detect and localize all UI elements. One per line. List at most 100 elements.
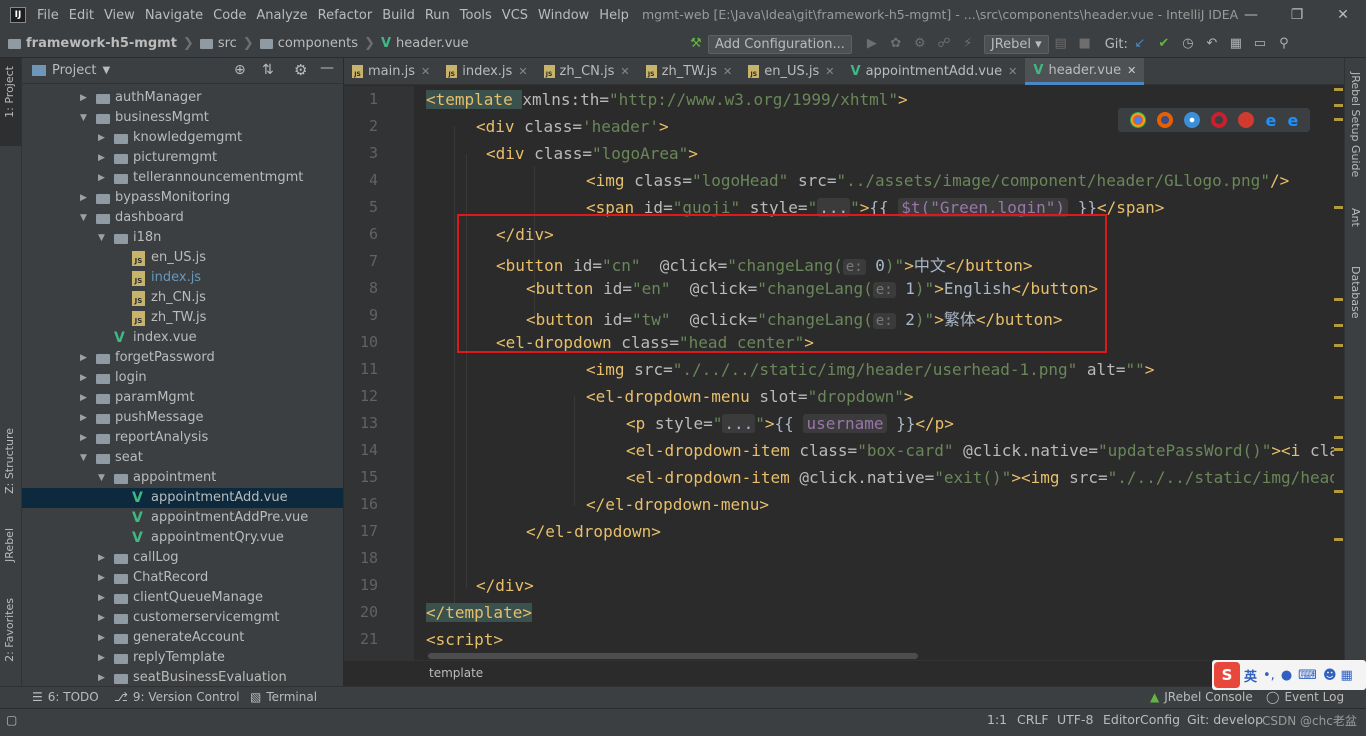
menu-item-analyze[interactable]: Analyze [251, 8, 312, 23]
tree-item[interactable]: ▶ paramMgmt [22, 388, 343, 408]
editor-tab[interactable]: JS zh_CN.js ✕ [536, 58, 638, 85]
gear-icon[interactable]: ⚙ [294, 61, 307, 79]
collapse-arrow-icon[interactable]: ▶ [98, 648, 105, 668]
git-commit-icon[interactable]: ✔ [1156, 36, 1172, 52]
expand-arrow-icon[interactable]: ▼ [98, 228, 105, 248]
collapse-arrow-icon[interactable]: ▶ [80, 428, 87, 448]
expand-arrow-icon[interactable]: ▼ [98, 468, 105, 488]
minimize-icon[interactable]: — [1240, 4, 1262, 26]
close-tab-icon[interactable]: ✕ [518, 65, 527, 78]
menu-item-view[interactable]: View [99, 8, 140, 23]
project-structure-icon[interactable]: ▦ [1228, 36, 1244, 52]
warning-marker[interactable] [1334, 88, 1343, 91]
breadcrumb-components[interactable]: components [278, 36, 358, 51]
tree-item[interactable]: ▶ tellerannouncementmgmt [22, 168, 343, 188]
menu-item-navigate[interactable]: Navigate [140, 8, 208, 23]
editor-config[interactable]: EditorConfig [1103, 712, 1180, 727]
warning-marker[interactable] [1334, 118, 1343, 121]
code-editor[interactable]: <template xmlns:th="http://www.w3.org/19… [414, 86, 1334, 660]
firefox-icon[interactable] [1156, 112, 1173, 128]
editor-tab[interactable]: JS index.js ✕ [438, 58, 535, 85]
collapse-all-icon[interactable]: ⇅ [262, 62, 274, 78]
git-rollback-icon[interactable]: ↶ [1204, 36, 1220, 52]
warning-marker[interactable] [1334, 538, 1343, 541]
tree-item[interactable]: ▼ appointment [22, 468, 343, 488]
database-tool-tab[interactable]: Database [1349, 266, 1362, 319]
file-encoding[interactable]: UTF-8 [1057, 712, 1093, 727]
favorites-tool-tab[interactable]: 2: Favorites [3, 598, 16, 662]
jrebel-dropdown[interactable]: JRebel ▾ [983, 34, 1049, 54]
tree-item[interactable]: JS zh_CN.js [22, 288, 343, 308]
warning-marker[interactable] [1334, 104, 1343, 107]
collapse-arrow-icon[interactable]: ▶ [98, 148, 105, 168]
tree-item[interactable]: ▶ customerservicemgmt [22, 608, 343, 628]
coverage-icon[interactable]: ⚙ [912, 36, 928, 52]
tree-item[interactable]: ▶ generateAccount [22, 628, 343, 648]
collapse-arrow-icon[interactable]: ▶ [98, 668, 105, 686]
ime-language[interactable]: 英 [1244, 666, 1257, 685]
punctuation-icon[interactable]: •, [1263, 668, 1275, 683]
tree-item[interactable]: VappointmentAddPre.vue [22, 508, 343, 528]
warning-marker[interactable] [1334, 344, 1343, 347]
menu-item-build[interactable]: Build [377, 8, 420, 23]
git-update-icon[interactable]: ↙ [1132, 36, 1148, 52]
collapse-arrow-icon[interactable]: ▶ [80, 348, 87, 368]
expand-arrow-icon[interactable]: ▼ [80, 108, 87, 128]
opera-icon[interactable] [1211, 112, 1228, 128]
menu-item-window[interactable]: Window [533, 8, 594, 23]
tree-item[interactable]: ▶ clientQueueManage [22, 588, 343, 608]
warning-marker[interactable] [1334, 448, 1343, 451]
stop-icon[interactable]: ■ [1077, 36, 1093, 52]
jrebel-tool-tab[interactable]: JRebel [3, 528, 16, 562]
collapse-arrow-icon[interactable]: ▶ [98, 568, 105, 588]
safari-icon[interactable] [1183, 112, 1200, 128]
status-window-icon[interactable]: ▢ [6, 713, 17, 727]
keyboard-icon[interactable]: ⌨ [1298, 668, 1317, 683]
jrebel-run-icon[interactable]: ⚡ [960, 36, 976, 52]
add-configuration-button[interactable]: Add Configuration... [708, 34, 852, 54]
expand-arrow-icon[interactable]: ▼ [80, 208, 87, 228]
tree-item[interactable]: JS index.js [22, 268, 343, 288]
microphone-icon[interactable]: ● [1281, 668, 1292, 683]
run-icon[interactable]: ▶ [864, 36, 880, 52]
chrome-icon[interactable] [1129, 112, 1146, 128]
tree-item[interactable]: VappointmentQry.vue [22, 528, 343, 548]
tree-item[interactable]: JS en_US.js [22, 248, 343, 268]
layout-icon[interactable]: ▭ [1252, 36, 1268, 52]
close-tab-icon[interactable]: ✕ [421, 65, 430, 78]
debug-icon[interactable]: ✿ [888, 36, 904, 52]
search-everywhere-icon[interactable]: ⚲ [1276, 36, 1292, 52]
restore-icon[interactable]: ❐ [1286, 4, 1308, 26]
jrebel-console-tool-button[interactable]: ▲ JRebel Console [1150, 690, 1253, 704]
tree-item[interactable]: ▶ picturemgmt [22, 148, 343, 168]
tree-item[interactable]: ▼ i18n [22, 228, 343, 248]
version-control-tool-button[interactable]: ⎇ 9: Version Control [114, 690, 240, 704]
collapse-arrow-icon[interactable]: ▶ [80, 388, 87, 408]
collapse-arrow-icon[interactable]: ▶ [98, 628, 105, 648]
locate-icon[interactable]: ⊕ [234, 62, 246, 78]
menu-item-refactor[interactable]: Refactor [313, 8, 378, 23]
menu-item-run[interactable]: Run [420, 8, 455, 23]
close-tab-icon[interactable]: ✕ [620, 65, 629, 78]
menu-item-vcs[interactable]: VCS [497, 8, 533, 23]
menu-item-edit[interactable]: Edit [64, 8, 99, 23]
profile-icon[interactable]: ☍ [936, 36, 952, 52]
collapse-arrow-icon[interactable]: ▶ [80, 88, 87, 108]
tree-item[interactable]: Vindex.vue [22, 328, 343, 348]
collapse-arrow-icon[interactable]: ▶ [98, 168, 105, 188]
warning-marker[interactable] [1334, 436, 1343, 439]
collapse-arrow-icon[interactable]: ▶ [80, 408, 87, 428]
breadcrumb-project[interactable]: framework-h5-mgmt [26, 36, 177, 51]
warning-marker[interactable] [1334, 206, 1343, 209]
editor-tab[interactable]: JS main.js ✕ [344, 58, 438, 85]
collapse-arrow-icon[interactable]: ▶ [98, 548, 105, 568]
jrebel-setup-guide-tab[interactable]: JRebel Setup Guide [1349, 72, 1362, 177]
tree-item[interactable]: ▼ seat [22, 448, 343, 468]
line-separator[interactable]: CRLF [1017, 712, 1049, 727]
jrebel-update-icon[interactable]: ▤ [1053, 36, 1069, 52]
ie-icon[interactable]: e [1265, 111, 1276, 130]
close-icon[interactable]: ✕ [1332, 4, 1354, 26]
tree-item[interactable]: ▶ login [22, 368, 343, 388]
chevron-down-icon[interactable]: ▼ [102, 65, 110, 76]
tree-item[interactable]: VappointmentAdd.vue [22, 488, 343, 508]
